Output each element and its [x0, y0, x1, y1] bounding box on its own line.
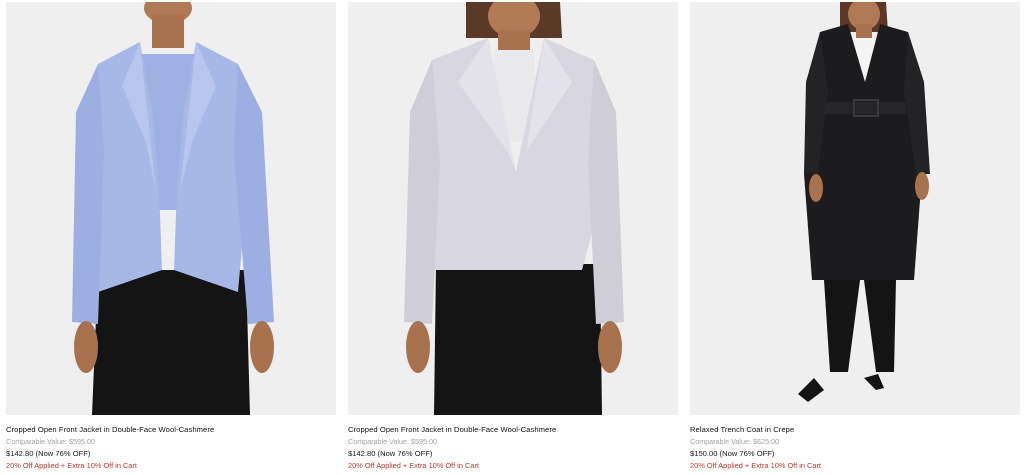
promo-text: 20% Off Applied + Extra 10% Off in Cart	[690, 461, 821, 470]
comparable-value: Comparable Value: $625.00	[690, 437, 779, 446]
product-card[interactable]: Relaxed Trench Coat in Crepe Comparable …	[690, 2, 1020, 471]
model-photo-blue-jacket	[6, 2, 336, 415]
comparable-value: Comparable Value: $595.00	[6, 437, 95, 446]
model-photo-grey-jacket	[348, 2, 678, 415]
product-image[interactable]	[6, 2, 336, 415]
product-card[interactable]: Cropped Open Front Jacket in Double-Face…	[6, 2, 336, 471]
product-name[interactable]: Cropped Open Front Jacket in Double-Face…	[348, 424, 678, 435]
product-image[interactable]	[690, 2, 1020, 415]
product-name[interactable]: Relaxed Trench Coat in Crepe	[690, 424, 1020, 435]
comparable-value: Comparable Value: $595.00	[348, 437, 437, 446]
product-name[interactable]: Cropped Open Front Jacket in Double-Face…	[6, 424, 336, 435]
product-card[interactable]: Cropped Open Front Jacket in Double-Face…	[348, 2, 678, 471]
product-price: $142.80 (Now 76% OFF)	[6, 449, 91, 458]
promo-text: 20% Off Applied + Extra 10% Off in Cart	[348, 461, 479, 470]
model-photo-black-trench	[690, 2, 1020, 415]
product-price: $142.80 (Now 76% OFF)	[348, 449, 433, 458]
product-price: $150.00 (Now 76% OFF)	[690, 449, 775, 458]
product-image[interactable]	[348, 2, 678, 415]
promo-text: 20% Off Applied + Extra 10% Off in Cart	[6, 461, 137, 470]
